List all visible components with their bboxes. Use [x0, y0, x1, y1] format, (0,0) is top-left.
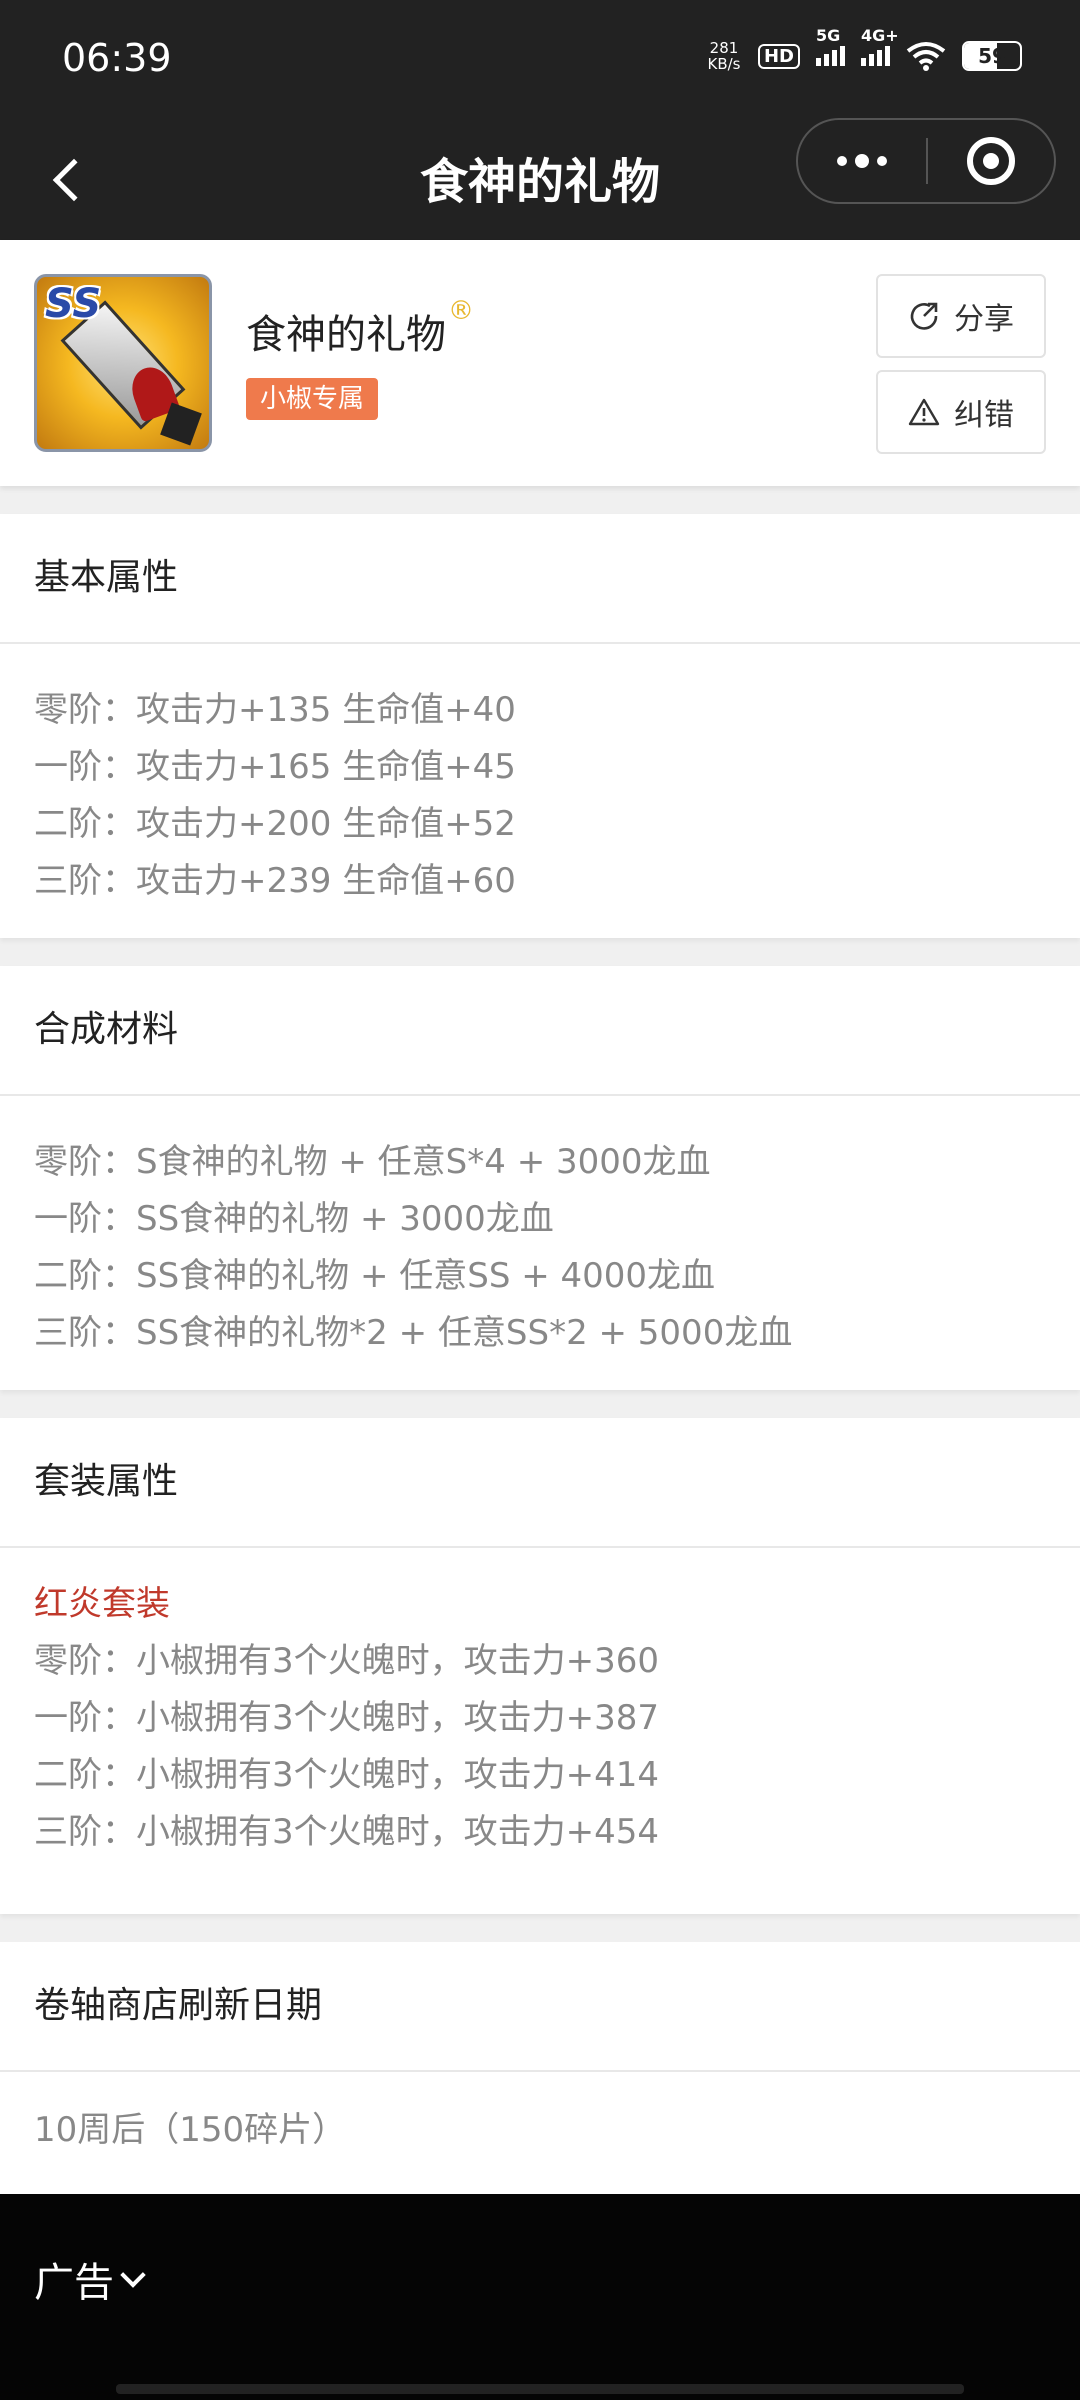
item-name: 食神的礼物: [246, 312, 446, 358]
status-icons: 281 KB/s HD 5G 4G+ 59: [706, 26, 1022, 78]
chevron-left-icon: [52, 158, 96, 202]
set-attributes-section: 套装属性 红炎套装 零阶：小椒拥有3个火魄时，攻击力+360 一阶：小椒拥有3个…: [0, 1418, 1080, 1914]
page-title: 食神的礼物: [419, 154, 660, 210]
section-title: 合成材料: [0, 966, 1080, 1096]
target-icon: [967, 137, 1015, 185]
section-title: 套装属性: [0, 1418, 1080, 1548]
ad-toggle[interactable]: 广告: [34, 2250, 146, 2308]
more-dots-icon: [837, 156, 847, 166]
share-label: 分享: [954, 302, 1014, 337]
shop-refresh-section: 卷轴商店刷新日期 10周后（150碎片）: [0, 1942, 1080, 2194]
rarity-badge: SS: [45, 281, 102, 327]
target-dot: [983, 153, 999, 169]
section-title: 卷轴商店刷新日期: [0, 1942, 1080, 2072]
share-icon: [910, 302, 938, 330]
section-body: 零阶：攻击力+135 生命值+40 一阶：攻击力+165 生命值+45 二阶：攻…: [0, 644, 1080, 910]
navigation-bar: 食神的礼物: [0, 118, 1080, 240]
set-effect-line: 一阶：小椒拥有3个火魄时，攻击力+387: [34, 1698, 660, 1738]
network-speed-value: 281: [709, 39, 739, 57]
more-dot-center: [855, 154, 869, 168]
status-bar: 06:39 281 KB/s HD 5G 4G+ 59: [0, 0, 1080, 118]
registered-mark: ®: [448, 296, 474, 326]
hd-voice-icon: HD: [757, 43, 800, 69]
chevron-down-icon: [120, 2262, 146, 2288]
battery-icon: 59: [962, 41, 1022, 71]
signal-4g-label: 4G+: [861, 26, 899, 45]
more-dot-right: [877, 156, 887, 166]
signal-5g-icon: 5G: [816, 26, 845, 66]
report-error-button[interactable]: 纠错: [876, 370, 1046, 454]
ad-banner[interactable]: 广告: [0, 2194, 1080, 2400]
item-name-row: 食神的礼物 ®: [246, 296, 474, 360]
report-label: 纠错: [954, 398, 1014, 433]
network-speed: 281 KB/s: [706, 40, 742, 72]
share-button[interactable]: 分享: [876, 274, 1046, 358]
section-body: 零阶：S食神的礼物 + 任意S*4 + 3000龙血 一阶：SS食神的礼物 + …: [0, 1096, 1080, 1362]
section-body: 10周后（150碎片）: [0, 2072, 1080, 2159]
attribute-line: 一阶：攻击力+165 生命值+45: [34, 747, 516, 787]
network-speed-unit: KB/s: [707, 55, 741, 73]
attribute-line: 零阶：攻击力+135 生命值+40: [34, 690, 516, 730]
section-body: 红炎套装 零阶：小椒拥有3个火魄时，攻击力+360 一阶：小椒拥有3个火魄时，攻…: [0, 1548, 1080, 1861]
section-title: 基本属性: [0, 514, 1080, 644]
warning-icon: [908, 398, 940, 426]
basic-attributes-section: 基本属性 零阶：攻击力+135 生命值+40 一阶：攻击力+165 生命值+45…: [0, 514, 1080, 938]
materials-section: 合成材料 零阶：S食神的礼物 + 任意S*4 + 3000龙血 一阶：SS食神的…: [0, 966, 1080, 1390]
shop-refresh-text: 10周后（150碎片）: [34, 2110, 347, 2150]
close-miniprogram-button[interactable]: [928, 120, 1054, 202]
more-button[interactable]: [798, 120, 926, 202]
status-time: 06:39: [62, 36, 172, 80]
material-line: 零阶：S食神的礼物 + 任意S*4 + 3000龙血: [34, 1142, 711, 1182]
wifi-icon: [906, 42, 946, 71]
item-image: SS: [34, 274, 212, 452]
material-line: 三阶：SS食神的礼物*2 + 任意SS*2 + 5000龙血: [34, 1313, 793, 1353]
attribute-line: 三阶：攻击力+239 生命值+60: [34, 861, 516, 901]
material-line: 一阶：SS食神的礼物 + 3000龙血: [34, 1199, 554, 1239]
set-effect-line: 二阶：小椒拥有3个火魄时，攻击力+414: [34, 1755, 660, 1795]
set-effect-line: 三阶：小椒拥有3个火魄时，攻击力+454: [34, 1812, 660, 1852]
back-button[interactable]: [38, 140, 98, 220]
set-effect-line: 零阶：小椒拥有3个火魄时，攻击力+360: [34, 1641, 660, 1681]
item-header-card: SS 食神的礼物 ® 小椒专属 分享 纠错: [0, 240, 1080, 486]
ad-label: 广告: [34, 2260, 114, 2306]
attribute-line: 二阶：攻击力+200 生命值+52: [34, 804, 516, 844]
miniprogram-capsule: [796, 118, 1056, 204]
material-line: 二阶：SS食神的礼物 + 任意SS + 4000龙血: [34, 1256, 716, 1296]
signal-5g-label: 5G: [816, 26, 841, 45]
ad-content-strip: [116, 2384, 964, 2394]
set-name: 红炎套装: [34, 1584, 170, 1624]
exclusive-tag: 小椒专属: [246, 378, 379, 420]
battery-level: 59: [978, 44, 1006, 68]
signal-4g-icon: 4G+: [861, 26, 899, 66]
